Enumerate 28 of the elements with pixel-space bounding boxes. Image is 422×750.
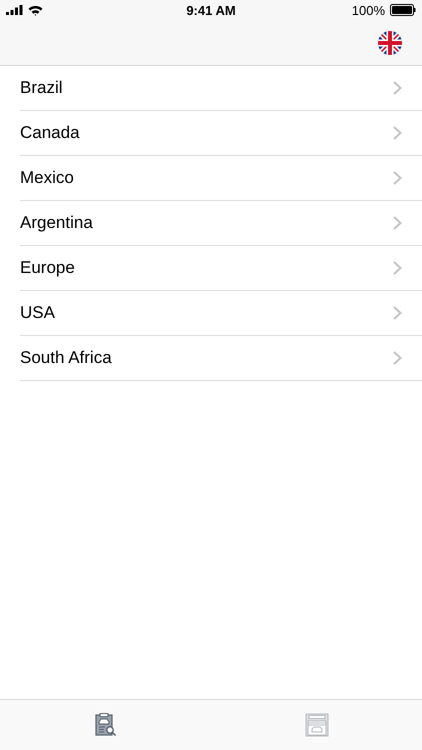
row-label: Argentina <box>20 213 93 233</box>
battery-percent: 100% <box>352 2 385 18</box>
battery-icon <box>390 4 416 16</box>
row-label: USA <box>20 303 55 323</box>
chevron-icon <box>393 171 402 185</box>
signal-icon <box>6 5 23 15</box>
chevron-icon <box>393 126 402 140</box>
list-row[interactable]: USA <box>20 291 422 336</box>
row-label: Europe <box>20 258 75 278</box>
chevron-icon <box>393 306 402 320</box>
chevron-icon <box>393 261 402 275</box>
row-label: Mexico <box>20 168 74 188</box>
list-row[interactable]: Canada <box>20 111 422 156</box>
status-time: 9:41 AM <box>186 2 236 18</box>
wifi-icon <box>28 4 43 16</box>
row-label: South Africa <box>20 348 112 368</box>
list-row[interactable]: Argentina <box>20 201 422 246</box>
clipboard-search-icon[interactable] <box>94 713 118 737</box>
list-row[interactable]: Europe <box>20 246 422 291</box>
list-row[interactable]: Brazil <box>20 66 422 111</box>
list-row[interactable]: Mexico <box>20 156 422 201</box>
flag-icon[interactable] <box>378 30 402 54</box>
chevron-icon <box>393 81 402 95</box>
row-label: Canada <box>20 123 80 143</box>
chevron-icon <box>393 216 402 230</box>
chevron-icon <box>393 351 402 365</box>
row-label: Brazil <box>20 78 63 98</box>
list-row[interactable]: South Africa <box>20 336 422 381</box>
